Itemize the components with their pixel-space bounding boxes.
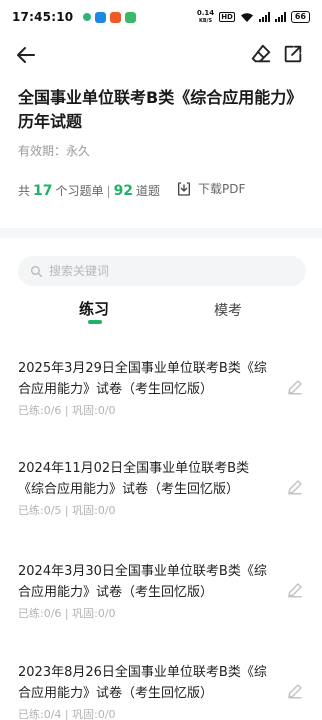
tab-practice[interactable]: 练习 xyxy=(79,298,109,319)
list-item[interactable]: 2023年8月26日全国事业单位联考B类《综合应用能力》试卷（考生回忆版） 已练… xyxy=(18,662,308,720)
question-count-unit: 道题 xyxy=(136,184,161,198)
eraser-icon[interactable] xyxy=(250,43,272,65)
status-bar: 17:45:10 0.14 KB/S HD 66 xyxy=(0,0,322,34)
tab-mock-exam[interactable]: 模考 xyxy=(214,300,242,320)
stats-prefix: 共 xyxy=(18,184,31,198)
stats-separator: | xyxy=(106,184,111,198)
download-pdf-label: 下载PDF xyxy=(198,182,246,196)
nav-bar xyxy=(0,34,322,74)
page-title: 全国事业单位联考B类《综合应用能力》历年试题 xyxy=(18,88,303,131)
back-arrow-icon[interactable] xyxy=(14,43,38,67)
paper-progress: 已练:0/6 | 巩固:0/0 xyxy=(18,607,116,620)
pencil-icon[interactable] xyxy=(286,581,304,599)
search-bar[interactable] xyxy=(18,256,306,286)
signal-icon xyxy=(258,12,270,22)
list-item[interactable]: 2024年11月02日全国事业单位联考B类《综合应用能力》试卷（考生回忆版） 已… xyxy=(18,458,308,528)
download-pdf-button[interactable]: 下载PDF xyxy=(176,180,245,197)
status-right: 0.14 KB/S HD 66 xyxy=(196,8,310,25)
list-item[interactable]: 2025年3月29日全国事业单位联考B类《综合应用能力》试卷（考生回忆版） 已练… xyxy=(18,358,308,428)
search-input[interactable] xyxy=(49,264,269,278)
question-stats: 共 17 个习题单 | 92 道题 xyxy=(18,182,160,199)
paper-progress: 已练:0/5 | 巩固:0/0 xyxy=(18,504,116,517)
set-count-unit: 个习题单 xyxy=(55,184,104,198)
paper-title: 2024年3月30日全国事业单位联考B类《综合应用能力》试卷（考生回忆版） xyxy=(18,564,267,600)
list-item[interactable]: 2024年3月30日全国事业单位联考B类《综合应用能力》试卷（考生回忆版） 已练… xyxy=(18,561,308,631)
app-notification-icon xyxy=(83,13,92,21)
paper-title: 2024年11月02日全国事业单位联考B类《综合应用能力》试卷（考生回忆版） xyxy=(18,461,250,497)
paper-progress: 已练:0/4 | 巩固:0/0 xyxy=(18,708,116,720)
network-speed-unit: KB/S xyxy=(198,17,213,24)
pencil-icon[interactable] xyxy=(286,478,304,496)
set-count: 17 xyxy=(33,183,53,199)
notification-icons xyxy=(83,11,137,23)
paper-title: 2023年8月26日全国事业单位联考B类《综合应用能力》试卷（考生回忆版） xyxy=(18,665,267,701)
question-count: 92 xyxy=(113,183,134,199)
paper-progress: 已练:0/6 | 巩固:0/0 xyxy=(18,404,116,417)
hd-badge: HD xyxy=(219,12,235,22)
status-time: 17:45:10 xyxy=(12,10,74,24)
network-speed: 0.14 KB/S xyxy=(196,8,215,25)
app-notification-icon xyxy=(95,11,107,23)
pencil-icon[interactable] xyxy=(286,378,304,396)
active-tab-indicator xyxy=(88,320,102,324)
app-notification-icon xyxy=(125,11,137,23)
section-divider xyxy=(0,228,322,238)
app-notification-icon xyxy=(110,11,122,23)
search-icon xyxy=(30,265,43,277)
download-icon xyxy=(178,181,190,196)
paper-title: 2025年3月29日全国事业单位联考B类《综合应用能力》试卷（考生回忆版） xyxy=(18,361,267,397)
battery-indicator: 66 xyxy=(290,11,310,23)
wifi-icon xyxy=(240,12,253,22)
share-icon[interactable] xyxy=(282,43,304,65)
validity-text: 有效期：永久 xyxy=(18,144,91,158)
pencil-icon[interactable] xyxy=(286,682,304,700)
network-speed-value: 0.14 xyxy=(196,8,215,17)
signal-icon xyxy=(274,12,286,22)
